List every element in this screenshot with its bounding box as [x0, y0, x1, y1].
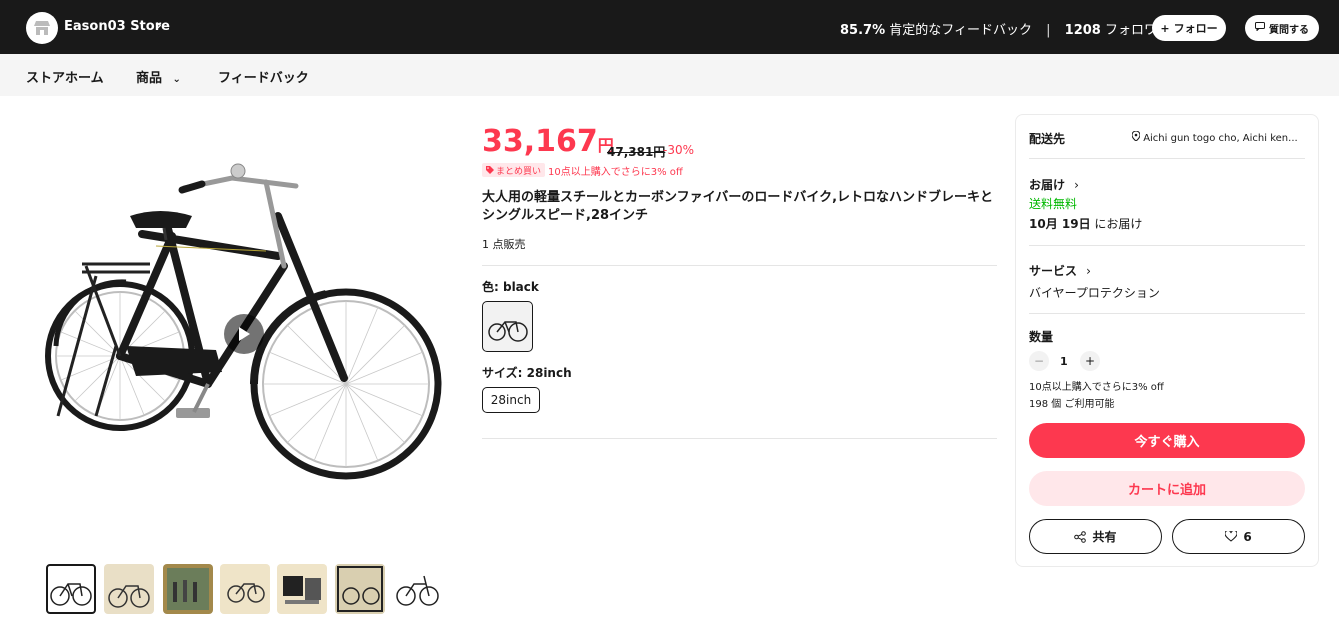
- follow-button[interactable]: + フォロー: [1152, 15, 1226, 41]
- followers-count: 1208: [1064, 23, 1101, 38]
- quantity-label: 数量: [1029, 330, 1054, 344]
- ship-to-address[interactable]: Aichi gun togo cho, Aichi ken...: [1131, 130, 1298, 144]
- discount-badge: -30%: [663, 143, 695, 157]
- service-value: バイヤープロテクション: [1029, 286, 1160, 300]
- size-option-28inch[interactable]: 28inch: [482, 387, 540, 413]
- ask-question-button[interactable]: 質問する: [1245, 15, 1319, 41]
- nav-feedback[interactable]: フィードバック: [218, 67, 309, 86]
- plus-icon: +: [1160, 21, 1170, 35]
- divider: [1029, 313, 1305, 314]
- play-video-button[interactable]: [224, 314, 264, 354]
- stock-available: 198 個 ご利用可能: [1029, 399, 1115, 410]
- thumbnail-1[interactable]: [46, 564, 96, 614]
- free-shipping: 送料無料: [1029, 197, 1078, 211]
- plus-icon: +: [1084, 354, 1096, 368]
- play-icon: [239, 327, 250, 341]
- likes-count: 6: [1243, 529, 1252, 544]
- thumbnail-6[interactable]: [335, 564, 385, 614]
- bulk-badge-label: まとめ買い: [496, 166, 542, 177]
- nav-store-home[interactable]: ストアホーム: [26, 67, 104, 86]
- color-option-black[interactable]: [482, 301, 533, 352]
- feedback-label: 肯定的なフィードバック: [889, 23, 1032, 38]
- ship-to-value: Aichi gun togo cho, Aichi ken...: [1143, 133, 1298, 144]
- store-header: Eason03 Store › 85.7% 肯定的なフィードバック | 1208…: [0, 0, 1339, 54]
- bulk-promo-text: 10点以上購入でさらに3% off: [548, 167, 683, 178]
- chevron-right-icon[interactable]: ›: [156, 16, 162, 34]
- chevron-right-icon: ›: [1074, 178, 1079, 192]
- thumbnail-2[interactable]: [104, 564, 154, 614]
- share-label: 共有: [1092, 530, 1117, 544]
- wishlist-button[interactable]: 6: [1172, 519, 1305, 554]
- feedback-percent: 85.7%: [840, 23, 886, 38]
- divider: [482, 265, 997, 266]
- minus-icon: −: [1033, 354, 1045, 368]
- sold-count: 1 点販売: [482, 238, 526, 251]
- quantity-decrease-button[interactable]: −: [1029, 351, 1049, 371]
- divider: [1029, 245, 1305, 246]
- chat-icon: [1255, 22, 1265, 34]
- delivery-date: 10月 19日: [1029, 217, 1091, 231]
- product-title: 大人用の軽量スチールとカーボンファイバーのロードバイク,レトロなハンドブレーキと…: [482, 190, 994, 223]
- thumbnail-5[interactable]: [277, 564, 327, 614]
- original-price: 47,381円: [607, 145, 666, 159]
- purchase-panel: 配送先 Aichi gun togo cho, Aichi ken... お届け…: [1015, 114, 1319, 567]
- nav-products-label: 商品: [136, 71, 163, 86]
- product-main-image[interactable]: [26, 116, 462, 550]
- service-label: サービス: [1029, 264, 1078, 278]
- nav-products[interactable]: 商品 ⌄: [136, 67, 181, 86]
- delivery-label: お届け: [1029, 178, 1066, 192]
- heart-icon: [1225, 531, 1238, 542]
- chevron-down-icon: ⌄: [172, 74, 181, 85]
- divider: [1029, 158, 1305, 159]
- ask-label: 質問する: [1269, 24, 1309, 36]
- store-stats: 85.7% 肯定的なフィードバック | 1208 フォロワー: [840, 19, 1170, 38]
- quantity-promo: 10点以上購入でさらに3% off: [1029, 382, 1164, 393]
- store-icon[interactable]: [26, 12, 58, 44]
- bulk-buy-badge: まとめ買い: [482, 163, 546, 177]
- delivery-link[interactable]: お届け ›: [1029, 174, 1079, 193]
- quantity-increase-button[interactable]: +: [1080, 351, 1100, 371]
- thumbnail-3[interactable]: [163, 564, 213, 614]
- share-button[interactable]: 共有: [1029, 519, 1162, 554]
- quantity-value: 1: [1060, 355, 1068, 368]
- divider: [482, 438, 997, 439]
- service-link[interactable]: サービス ›: [1029, 260, 1091, 279]
- delivery-estimate: 10月 19日 にお届け: [1029, 215, 1142, 232]
- divider: |: [1046, 23, 1051, 38]
- share-icon: [1074, 530, 1087, 543]
- ship-to-label: 配送先: [1029, 132, 1066, 146]
- location-pin-icon: [1131, 130, 1141, 142]
- add-to-cart-button[interactable]: カートに追加: [1029, 471, 1305, 506]
- size-label: サイズ: 28inch: [482, 366, 572, 380]
- store-name[interactable]: Eason03 Store: [64, 19, 170, 34]
- delivery-suffix: にお届け: [1094, 217, 1143, 231]
- tag-icon: [486, 166, 494, 174]
- follow-label: フォロー: [1173, 22, 1218, 35]
- buy-now-button[interactable]: 今すぐ購入: [1029, 423, 1305, 458]
- color-label: 色: black: [482, 280, 539, 294]
- thumbnail-4[interactable]: [220, 564, 270, 614]
- thumbnail-7[interactable]: [392, 564, 442, 614]
- store-nav: ストアホーム 商品 ⌄ フィードバック: [0, 54, 1339, 96]
- product-price: 33,167円: [482, 124, 614, 159]
- price-value: 33,167: [482, 124, 598, 159]
- chevron-right-icon: ›: [1086, 264, 1091, 278]
